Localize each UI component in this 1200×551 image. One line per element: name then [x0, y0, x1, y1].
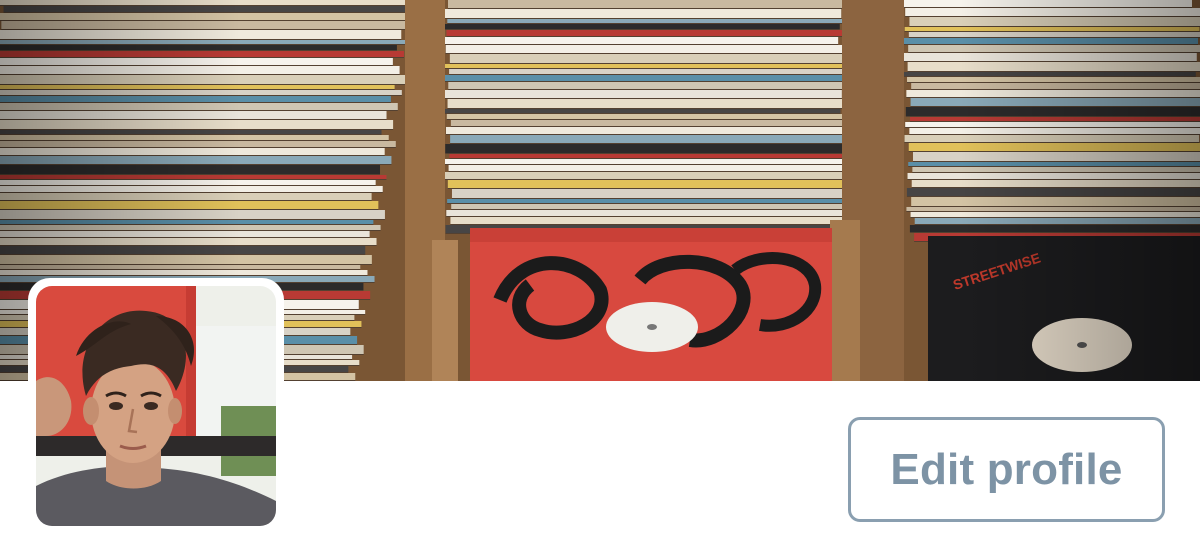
profile-avatar[interactable]: [28, 278, 284, 534]
profile-header: STREETWISE: [0, 0, 1200, 551]
avatar-photo: [36, 286, 276, 526]
edit-profile-button[interactable]: Edit profile: [848, 417, 1165, 522]
